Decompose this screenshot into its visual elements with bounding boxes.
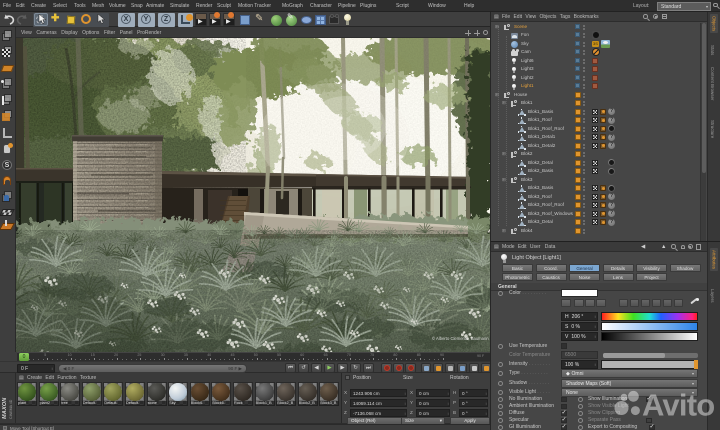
svg-text:© Alberto Clemente, Baumann: © Alberto Clemente, Baumann [432,336,489,341]
